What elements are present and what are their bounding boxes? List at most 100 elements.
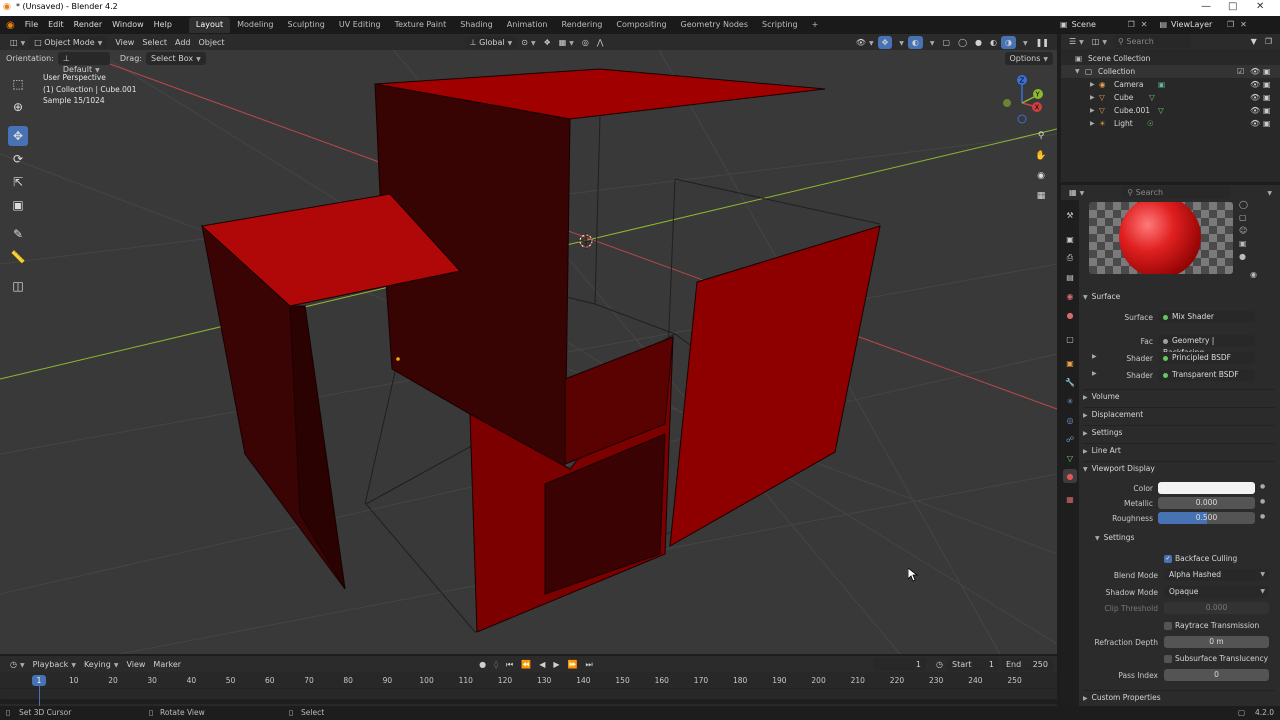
new-view-layer-icon[interactable]: ❐ — [1227, 20, 1234, 29]
preview-cloth-icon[interactable]: ▣ — [1239, 239, 1248, 252]
eye-icon[interactable]: 👁 — [1250, 117, 1260, 130]
snap-icon[interactable]: ❖ — [540, 36, 555, 49]
scene-selector[interactable]: ▣ Scene ❐ ✕ ▤ ViewLayer ❐ ✕ — [1060, 18, 1247, 31]
options-dropdown[interactable]: Options ▼ — [1004, 52, 1053, 65]
tab-render-icon[interactable]: ▣ — [1063, 232, 1077, 246]
menu-edit[interactable]: Edit — [43, 16, 69, 34]
delete-scene-icon[interactable]: ✕ — [1141, 20, 1148, 29]
viewport-display-panel-header[interactable]: ▼ Viewport Display — [1083, 461, 1275, 475]
menu-help[interactable]: Help — [149, 16, 177, 34]
gizmo-dropdown-icon[interactable]: ▼ — [892, 36, 908, 49]
editor-type-icon[interactable]: ◫ ▼ — [6, 36, 29, 49]
collection-expand-icon[interactable]: ▼ — [1075, 65, 1080, 78]
new-collection-icon[interactable]: ❐ — [1261, 35, 1276, 48]
tab-sculpting[interactable]: Sculpting — [281, 17, 332, 33]
filter-icon[interactable]: ▼ — [1247, 35, 1261, 48]
zoom-icon[interactable]: ⚲ — [1033, 128, 1049, 144]
visibility-icon[interactable]: 👁 ▼ — [852, 36, 878, 49]
tab-tool-icon[interactable]: ⚒ — [1063, 208, 1077, 222]
outliner-item-cube[interactable]: ▶ ▽ Cube ▽ 👁 ▣ — [1061, 91, 1280, 104]
cube-001-mesh[interactable] — [200, 68, 881, 633]
render-camera-icon[interactable]: ▣ — [1263, 91, 1271, 104]
measure-tool-icon[interactable]: 📏 — [8, 247, 28, 267]
snap-target-icon[interactable]: ▦ ▼ — [555, 36, 578, 49]
custom-properties-panel-header[interactable]: ▶ Custom Properties — [1083, 690, 1275, 704]
backface-culling-checkbox[interactable]: ✓ Backface Culling — [1164, 553, 1237, 564]
pass-index-field[interactable]: 0 — [1164, 669, 1269, 681]
shading-wireframe-icon[interactable]: ◯ — [954, 36, 971, 49]
surface-shader-field[interactable]: Mix Shader — [1158, 311, 1255, 323]
playhead-marker[interactable]: 1 — [32, 675, 46, 686]
tab-geometry-nodes[interactable]: Geometry Nodes — [674, 17, 755, 33]
move-tool-icon[interactable]: ✥ — [8, 126, 28, 146]
select-box-tool-icon[interactable]: ⬚ — [8, 74, 28, 94]
tab-constraints-icon[interactable]: ☍ — [1063, 432, 1077, 446]
expand-icon[interactable]: ▶ — [1090, 117, 1095, 130]
start-frame-field[interactable]: Start 1 — [947, 657, 999, 671]
overlay-dropdown-icon[interactable]: ▼ — [923, 36, 939, 49]
orientation-selector[interactable]: ⊥ Default ▼ — [57, 52, 110, 74]
pause-render-icon[interactable]: ❚❚ — [1032, 36, 1053, 49]
delete-view-layer-icon[interactable]: ✕ — [1240, 20, 1247, 29]
tab-rendering[interactable]: Rendering — [555, 17, 610, 33]
roughness-slider[interactable]: 0.500 — [1158, 512, 1255, 524]
keyframe-dot-icon[interactable]: ● — [1260, 483, 1265, 490]
tab-data-icon[interactable]: ▽ — [1063, 451, 1077, 465]
shading-rendered-icon[interactable]: ◑ — [1000, 35, 1016, 49]
preview-range-icon[interactable]: ◷ — [932, 658, 947, 671]
tab-physics-icon[interactable]: ◎ — [1063, 413, 1077, 427]
render-camera-icon[interactable]: ▣ — [1263, 117, 1271, 130]
material-preview[interactable] — [1089, 202, 1233, 274]
menu-add[interactable]: Add — [171, 36, 195, 49]
properties-search-input[interactable]: ⚲ Search — [1122, 185, 1231, 199]
expand-icon[interactable]: ▶ — [1090, 104, 1095, 117]
perspective-grid-icon[interactable]: ▦ — [1033, 188, 1049, 204]
vd-settings-subpanel-header[interactable]: ▼ Settings — [1095, 531, 1275, 545]
falloff-icon[interactable]: ⋀ — [593, 36, 608, 49]
subsurface-translucency-checkbox[interactable]: Subsurface Translucency — [1164, 653, 1268, 664]
close-icon[interactable]: ✕ — [1256, 1, 1264, 12]
end-frame-field[interactable]: End 250 — [1001, 657, 1053, 671]
tab-animation[interactable]: Animation — [500, 17, 555, 33]
eye-icon[interactable]: 👁 — [1250, 78, 1260, 91]
rotate-tool-icon[interactable]: ⟳ — [8, 149, 28, 169]
proportional-edit-icon[interactable]: ◎ — [578, 36, 593, 49]
shading-material-icon[interactable]: ◐ — [986, 36, 1001, 49]
menu-view[interactable]: View — [111, 36, 138, 49]
minimize-icon[interactable]: — — [1201, 1, 1211, 12]
menu-playback[interactable]: Playback ▼ — [29, 658, 80, 671]
outliner-editor-icon[interactable]: ☰ ▼ — [1065, 35, 1088, 48]
menu-file[interactable]: File — [20, 16, 43, 34]
blend-mode-dropdown[interactable]: Alpha Hashed ▼ — [1164, 569, 1269, 581]
maximize-icon[interactable]: □ — [1228, 1, 1237, 12]
menu-keying[interactable]: Keying ▼ — [80, 658, 123, 671]
eye-icon[interactable]: 👁 — [1250, 91, 1260, 104]
mode-selector[interactable]: □ Object Mode ▼ — [29, 35, 108, 49]
settings-panel-header[interactable]: ▶ Settings — [1083, 425, 1275, 439]
jump-end-icon[interactable]: ⏭ — [581, 658, 596, 671]
tab-material-icon[interactable]: ● — [1063, 469, 1077, 483]
render-camera-icon[interactable]: ▣ — [1263, 78, 1271, 91]
keyframe-dot-icon[interactable]: ● — [1260, 513, 1265, 520]
transform-orientation-selector[interactable]: ⊥ Global ▼ — [464, 35, 518, 49]
outliner-search-input[interactable]: ⚲ Search — [1112, 35, 1191, 48]
shadow-mode-dropdown[interactable]: Opaque ▼ — [1164, 586, 1269, 598]
line-art-panel-header[interactable]: ▶ Line Art — [1083, 443, 1275, 457]
xray-icon[interactable]: ▢ — [939, 36, 955, 49]
scale-tool-icon[interactable]: ⇱ — [8, 172, 28, 192]
fac-input-field[interactable]: Geometry | Backfacing — [1158, 335, 1255, 357]
play-icon[interactable]: ▶ — [549, 658, 563, 671]
collection-row[interactable]: ▼ ▢ Collection ☑ 👁 ▣ — [1061, 65, 1280, 78]
timeline-scrollbar[interactable] — [0, 699, 1057, 704]
menu-marker[interactable]: Marker — [149, 658, 185, 671]
annotate-tool-icon[interactable]: ✎ — [8, 224, 28, 244]
navigation-gizmo[interactable]: Z X Y — [995, 71, 1050, 126]
metallic-slider[interactable]: 0.000 — [1158, 497, 1255, 509]
outliner-item-camera[interactable]: ▶ ◉ Camera ▣ 👁 ▣ — [1061, 78, 1280, 91]
3d-viewport[interactable]: User Perspective (1) Collection | Cube.0… — [0, 34, 1057, 654]
gizmo-toggle-icon[interactable]: ✥ — [877, 35, 893, 49]
preview-cube-icon[interactable]: ▢ — [1239, 213, 1248, 226]
pan-hand-icon[interactable]: ✋ — [1033, 148, 1049, 164]
menu-select[interactable]: Select — [138, 36, 171, 49]
tab-uv-editing[interactable]: UV Editing — [332, 17, 388, 33]
